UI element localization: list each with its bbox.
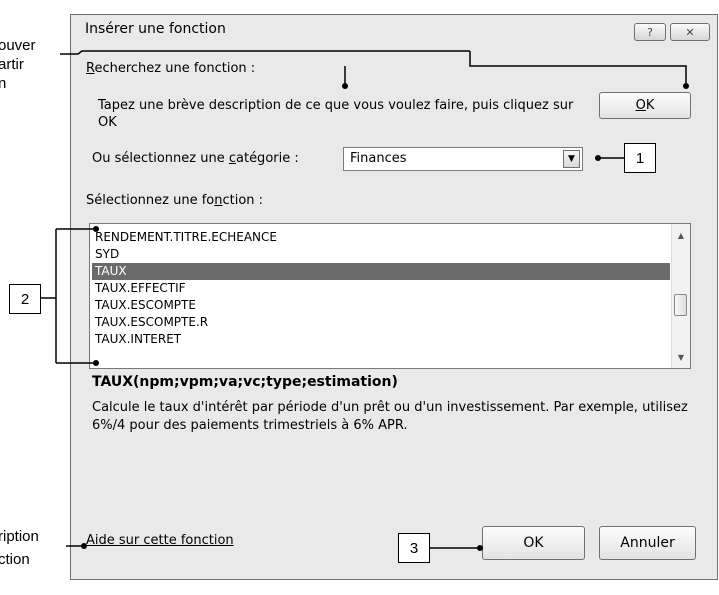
function-list-item[interactable]: SYD	[92, 246, 670, 263]
annotation-text-line: ouver	[0, 37, 36, 54]
callout-1: 1	[624, 143, 656, 173]
category-label: Ou sélectionnez une catégorie :	[92, 151, 299, 166]
annotation-text-line: artir	[0, 56, 24, 73]
function-list-item[interactable]: TAUX.INTERET	[92, 331, 670, 348]
callout-2: 2	[9, 284, 41, 314]
annotation-text-line: ction	[0, 551, 30, 568]
category-select-value: Finances	[350, 151, 407, 166]
search-label: Recherchez une fonction :	[86, 61, 256, 76]
callout-3: 3	[398, 533, 430, 563]
function-list-item[interactable]: TAUX.EFFECTIF	[92, 280, 670, 297]
ok-button[interactable]: OK	[482, 526, 585, 560]
function-list-item[interactable]: TAUX.ESCOMPTE	[92, 297, 670, 314]
insert-function-dialog: Insérer une fonction ? ✕ Recherchez une …	[70, 14, 718, 580]
cancel-button[interactable]: Annuler	[599, 526, 696, 560]
function-list[interactable]: RENDEMENT.TITRE.ECHEANCE SYD TAUX TAUX.E…	[89, 223, 691, 369]
scroll-up-icon[interactable]: ▲	[672, 226, 690, 244]
function-list-item[interactable]: RENDEMENT.TITRE.ECHEANCE	[92, 229, 670, 246]
category-select[interactable]: Finances ▼	[343, 147, 583, 171]
annotation-text-line: ription	[0, 528, 39, 545]
function-list-item-selected[interactable]: TAUX	[92, 263, 670, 280]
chevron-down-icon[interactable]: ▼	[563, 150, 580, 168]
function-description: Calcule le taux d'intérêt par période d'…	[92, 400, 688, 433]
dialog-title: Insérer une fonction	[85, 21, 226, 37]
function-list-item[interactable]: TAUX.ESCOMPTE.R	[92, 314, 670, 331]
help-on-function-link[interactable]: Aide sur cette fonction	[86, 533, 234, 548]
help-button[interactable]: ?	[634, 23, 666, 41]
dialog-titlebar: Insérer une fonction ? ✕	[71, 15, 717, 45]
search-ok-button[interactable]: OK	[599, 92, 691, 119]
scroll-down-icon[interactable]: ▼	[672, 348, 690, 366]
function-list-label: Sélectionnez une fonction :	[86, 193, 264, 208]
function-syntax: TAUX(npm;vpm;va;vc;type;estimation)	[92, 374, 398, 390]
annotation-text-line: n	[0, 75, 7, 92]
scrollbar-thumb[interactable]	[674, 294, 687, 316]
close-button[interactable]: ✕	[670, 23, 710, 41]
search-input[interactable]: Tapez une brève description de ce que vo…	[92, 93, 583, 139]
close-icon: ✕	[685, 25, 695, 39]
list-scrollbar[interactable]: ▲ ▼	[671, 224, 690, 368]
